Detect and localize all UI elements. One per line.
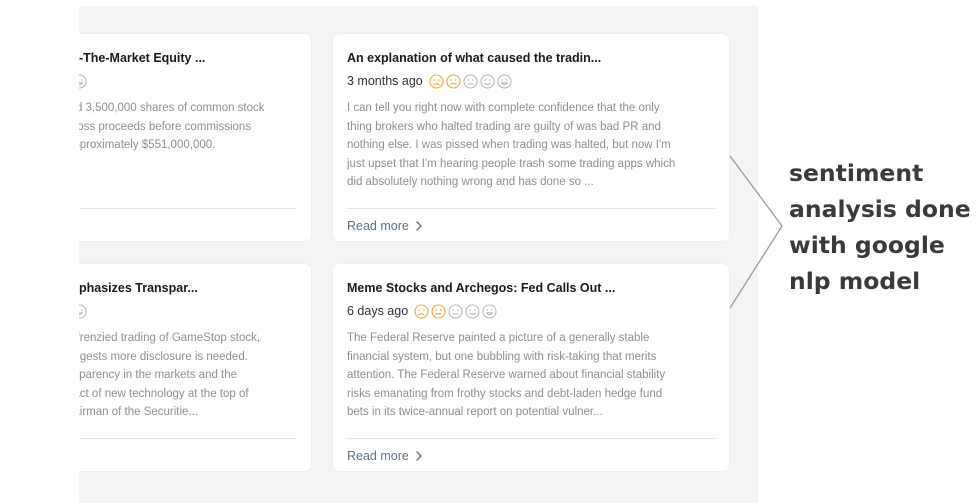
positive-face-icon xyxy=(480,73,495,89)
neutral-face-icon xyxy=(463,73,478,89)
sentiment-faces xyxy=(429,73,512,89)
news-card-time: 3 months ago xyxy=(347,74,423,88)
neutral-face-icon xyxy=(448,303,463,319)
sentiment-row xyxy=(79,72,297,90)
news-card-summary: old 3,500,000 shares of common stock gro… xyxy=(79,102,265,151)
news-card: -The-Market Equity ... old 3,500,000 sha… xyxy=(79,34,311,241)
annotation-text: sentiment analysis done with google nlp … xyxy=(789,159,971,295)
news-card-title[interactable]: phasizes Transpar... xyxy=(79,280,297,297)
card-divider xyxy=(79,438,297,439)
news-card: Meme Stocks and Archegos: Fed Calls Out … xyxy=(333,264,729,471)
chevron-right-icon xyxy=(416,451,422,461)
positive-face-icon xyxy=(465,303,480,319)
read-more-label: Read more xyxy=(347,219,409,233)
card-divider xyxy=(347,438,715,439)
news-card-title[interactable]: -The-Market Equity ... xyxy=(79,50,297,67)
very-positive-face-icon xyxy=(79,73,87,89)
news-feed-panel: -The-Market Equity ... old 3,500,000 sha… xyxy=(79,6,758,503)
read-more-link[interactable]: Read more xyxy=(347,219,423,233)
very-negative-face-icon xyxy=(429,73,444,89)
news-card-summary: The Federal Reserve painted a picture of… xyxy=(347,332,666,418)
read-more-link[interactable]: Read more xyxy=(347,449,423,463)
negative-face-icon xyxy=(446,73,461,89)
very-negative-face-icon xyxy=(414,303,429,319)
news-card-time: 6 days ago xyxy=(347,304,409,318)
very-positive-face-icon xyxy=(482,303,497,319)
negative-face-icon xyxy=(431,303,446,319)
very-positive-face-icon xyxy=(497,73,512,89)
chevron-right-icon xyxy=(416,221,422,231)
sentiment-faces xyxy=(414,303,497,319)
news-card-title[interactable]: Meme Stocks and Archegos: Fed Calls Out … xyxy=(347,280,715,297)
sentiment-row xyxy=(79,302,297,320)
news-card: phasizes Transpar... e frenzied trading … xyxy=(79,264,311,471)
very-positive-face-icon xyxy=(79,303,87,319)
annotation-bracket xyxy=(729,155,783,309)
card-divider xyxy=(347,208,715,209)
news-card: An explanation of what caused the tradin… xyxy=(333,34,729,241)
read-more-label: Read more xyxy=(347,449,409,463)
card-divider xyxy=(79,208,297,209)
news-card-title[interactable]: An explanation of what caused the tradin… xyxy=(347,50,715,67)
sentiment-row: 6 days ago xyxy=(347,302,715,320)
news-card-summary: I can tell you right now with complete c… xyxy=(347,102,676,188)
sentiment-row: 3 months ago xyxy=(347,72,715,90)
news-card-summary: e frenzied trading of GameStop stock, ug… xyxy=(79,332,261,418)
